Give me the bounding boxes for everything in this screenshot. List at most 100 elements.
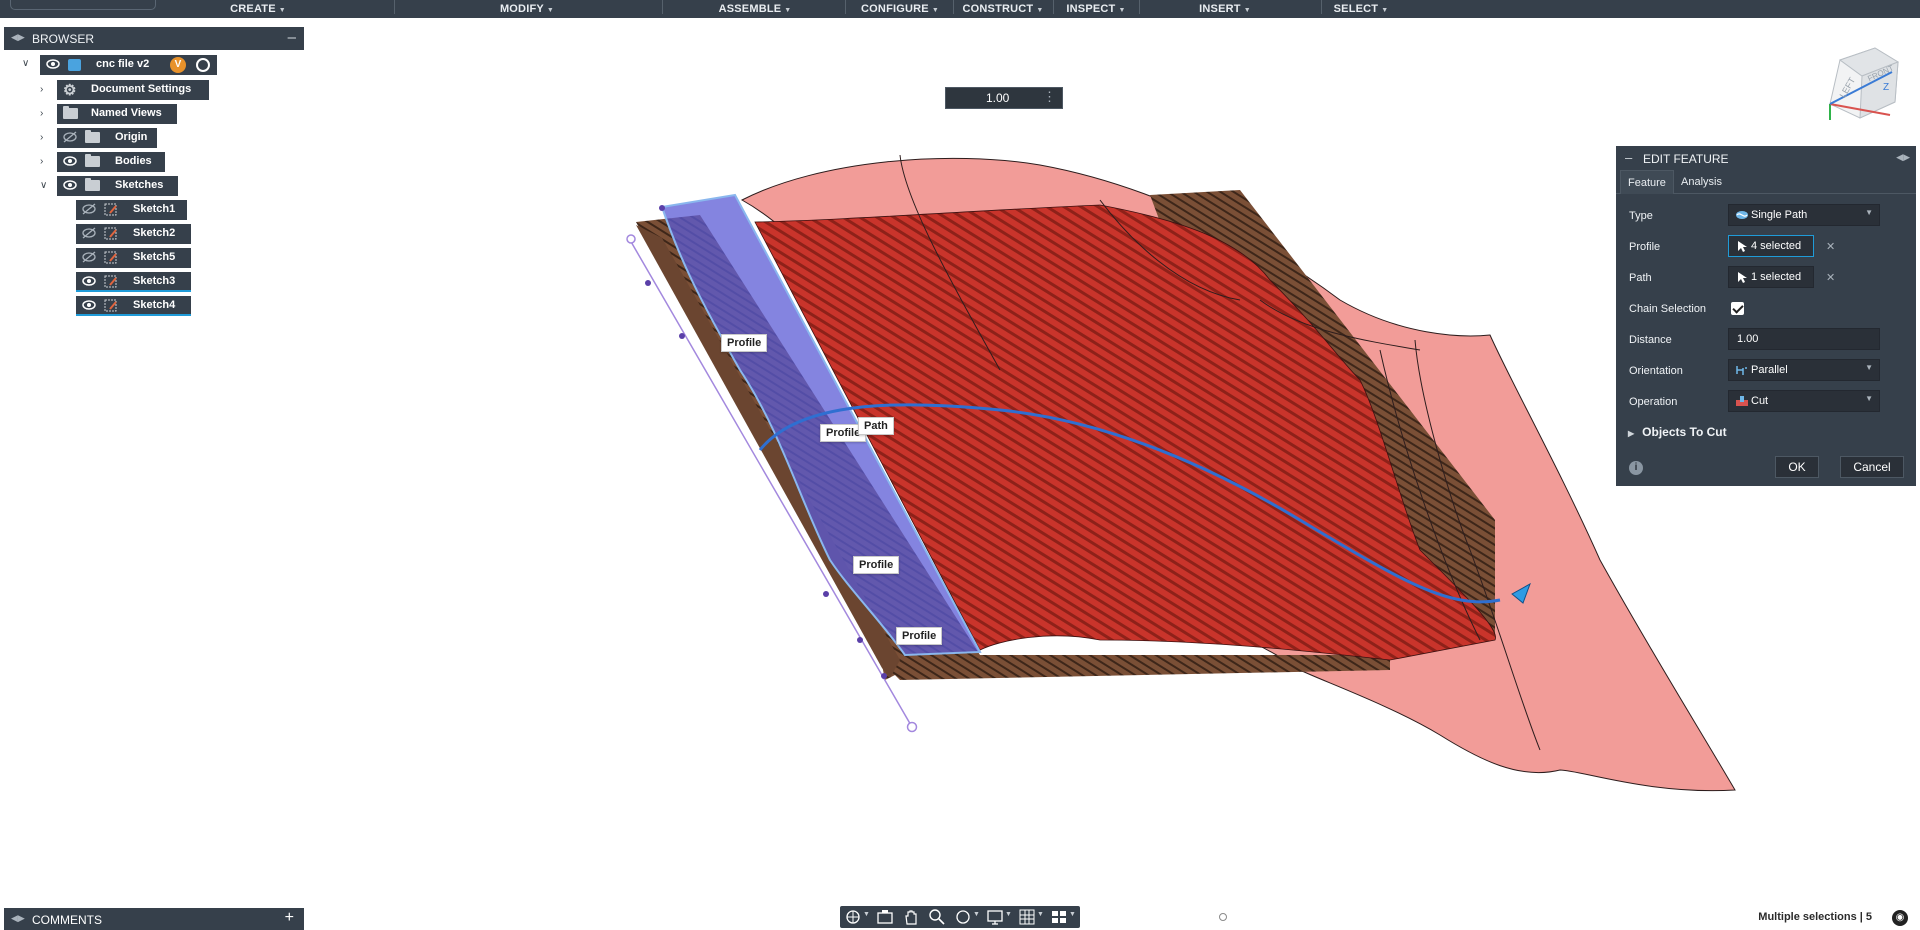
plus-icon[interactable]: +: [285, 909, 294, 927]
path-selector[interactable]: 1 selected: [1728, 266, 1814, 288]
status-icon[interactable]: ◉: [1892, 910, 1908, 926]
dialog-header[interactable]: – EDIT FEATURE ◀▶: [1616, 146, 1916, 170]
sketch-icon: [104, 299, 117, 312]
tab-analysis[interactable]: Analysis: [1674, 170, 1729, 194]
browser-panel-header[interactable]: ◀▶ BROWSER –: [4, 27, 304, 50]
distance-value[interactable]: 1.00: [1737, 333, 1758, 345]
ok-button[interactable]: OK: [1775, 456, 1819, 478]
bodies-label: Bodies: [115, 155, 152, 167]
chevron-down-icon[interactable]: ∨: [22, 58, 29, 69]
eye-icon[interactable]: [82, 275, 96, 287]
type-label: Type: [1629, 210, 1653, 222]
info-icon[interactable]: i: [1629, 461, 1643, 475]
expand-icon[interactable]: ◀▶: [1896, 152, 1910, 163]
sketch-item[interactable]: Sketch1: [76, 200, 187, 220]
caret-down-icon[interactable]: ▼: [863, 911, 870, 918]
display-settings-icon[interactable]: [986, 908, 1004, 926]
browser-item-bodies[interactable]: Bodies: [57, 152, 165, 172]
operation-dropdown[interactable]: Cut ▼: [1728, 390, 1880, 412]
menu-insert[interactable]: INSERT ▼: [1199, 0, 1251, 18]
type-dropdown[interactable]: Single Path ▼: [1728, 204, 1880, 226]
comments-panel[interactable]: ◀▶ COMMENTS +: [4, 908, 304, 930]
eye-hidden-icon[interactable]: [82, 227, 96, 239]
distance-input[interactable]: 1.00: [1728, 328, 1880, 350]
origin-label: Origin: [115, 131, 148, 143]
eye-icon[interactable]: [63, 179, 77, 191]
sketch-item[interactable]: Sketch2: [76, 224, 191, 244]
profile-label-1[interactable]: Profile: [721, 334, 768, 352]
tab-feature[interactable]: Feature: [1620, 170, 1674, 194]
menu-create[interactable]: CREATE ▼: [230, 0, 286, 18]
version-badge[interactable]: V: [170, 57, 186, 73]
caret-down-icon[interactable]: ▼: [1037, 911, 1044, 918]
chevron-right-icon[interactable]: ›: [40, 108, 43, 119]
sketch-item-selected[interactable]: Sketch3: [76, 272, 191, 292]
named-views-label: Named Views: [91, 107, 162, 119]
caret-down-icon[interactable]: ▼: [1005, 911, 1012, 918]
viewports-icon[interactable]: [1050, 908, 1068, 926]
clear-path-icon[interactable]: ✕: [1826, 271, 1835, 284]
menu-construct[interactable]: CONSTRUCT ▼: [963, 0, 1044, 18]
menu-select[interactable]: SELECT ▼: [1334, 0, 1389, 18]
distance-manipulator-value[interactable]: 1.00: [986, 91, 1009, 105]
browser-item-origin[interactable]: Origin: [57, 128, 157, 148]
chevron-right-icon[interactable]: ›: [40, 156, 43, 167]
pan-hand-icon[interactable]: [902, 908, 920, 926]
orbit-icon[interactable]: [844, 908, 862, 926]
clear-profile-icon[interactable]: ✕: [1826, 240, 1835, 253]
root-label: cnc file v2: [96, 58, 150, 70]
eye-icon[interactable]: [82, 299, 96, 311]
viewcube[interactable]: LEFT FRONT Z: [1829, 47, 1900, 120]
chain-selection-checkbox[interactable]: [1731, 302, 1744, 315]
menu-inspect[interactable]: INSPECT ▼: [1066, 0, 1125, 18]
profile-value: 4 selected: [1751, 240, 1802, 252]
more-options-icon[interactable]: ⋮: [1043, 89, 1056, 105]
minus-icon[interactable]: –: [288, 29, 296, 46]
eye-hidden-icon[interactable]: [82, 251, 96, 263]
expand-triangle-icon[interactable]: ▶: [1628, 429, 1634, 438]
cancel-button[interactable]: Cancel: [1840, 456, 1904, 478]
toolbar-divider: [953, 0, 954, 14]
caret-down-icon[interactable]: ▼: [973, 911, 980, 918]
chevron-down-icon[interactable]: ∨: [40, 180, 47, 191]
chevron-right-icon[interactable]: ›: [40, 84, 43, 95]
target-icon[interactable]: [196, 58, 210, 72]
eye-hidden-icon[interactable]: [82, 203, 96, 215]
caret-down-icon: ▼: [278, 7, 286, 14]
distance-manipulator-input[interactable]: 1.00 ⋮: [945, 87, 1063, 109]
cursor-indicator: [1219, 913, 1227, 921]
toolbar-workspace-switcher[interactable]: [10, 0, 156, 10]
orientation-dropdown[interactable]: Parallel ▼: [1728, 359, 1880, 381]
browser-title: BROWSER: [32, 32, 95, 46]
collapse-icon[interactable]: –: [1625, 150, 1632, 165]
zoom-icon[interactable]: [928, 908, 946, 926]
profile-selector[interactable]: 4 selected: [1728, 235, 1814, 257]
panel-grip-icon[interactable]: ◀▶: [11, 913, 25, 924]
browser-item-sketches[interactable]: Sketches: [57, 176, 178, 196]
grid-icon[interactable]: [1018, 908, 1036, 926]
browser-item-named-views[interactable]: Named Views: [57, 104, 177, 124]
browser-root-node[interactable]: cnc file v2 V: [40, 55, 217, 75]
toolbar-divider: [1053, 0, 1054, 14]
eye-hidden-icon[interactable]: [63, 131, 77, 143]
browser-item-document-settings[interactable]: ⚙ Document Settings: [57, 80, 209, 100]
path-label[interactable]: Path: [858, 417, 894, 435]
caret-down-icon[interactable]: ▼: [1069, 911, 1076, 918]
menu-configure[interactable]: CONFIGURE ▼: [861, 0, 939, 18]
sketch-item[interactable]: Sketch5: [76, 248, 191, 268]
panel-grip-icon[interactable]: ◀▶: [11, 32, 25, 43]
chevron-right-icon[interactable]: ›: [40, 132, 43, 143]
objects-to-cut-section[interactable]: ▶ Objects To Cut: [1628, 425, 1727, 439]
profile-label-4[interactable]: Profile: [896, 627, 943, 645]
caret-down-icon: ▼: [1381, 7, 1389, 14]
caret-down-icon: ▼: [1865, 208, 1873, 217]
look-at-icon[interactable]: [876, 908, 894, 926]
eye-icon[interactable]: [46, 58, 60, 70]
sketch-item-selected[interactable]: Sketch4: [76, 296, 191, 316]
menu-modify[interactable]: MODIFY ▼: [500, 0, 554, 18]
profile-label-3[interactable]: Profile: [853, 556, 900, 574]
toolbar-divider: [845, 0, 846, 14]
eye-icon[interactable]: [63, 155, 77, 167]
menu-assemble[interactable]: ASSEMBLE ▼: [719, 0, 792, 18]
fit-icon[interactable]: [954, 908, 972, 926]
